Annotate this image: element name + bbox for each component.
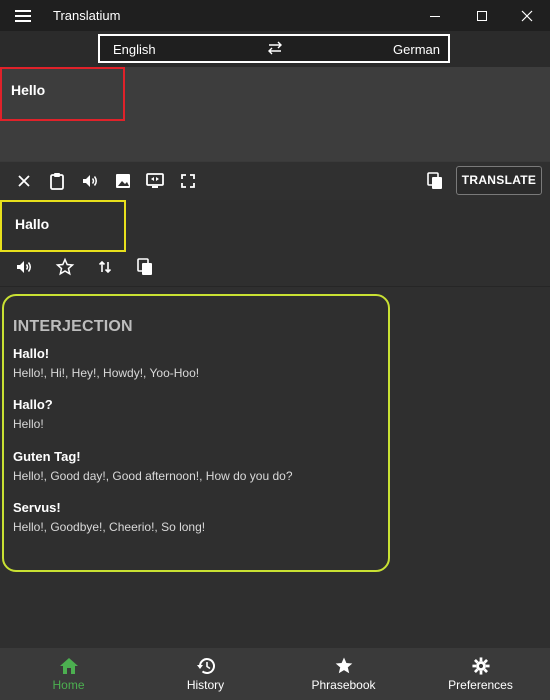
home-icon xyxy=(59,658,78,674)
input-toolbar: TRANSLATE xyxy=(0,161,550,201)
dictionary-card: INTERJECTION Hallo! Hello!, Hi!, Hey!, H… xyxy=(2,294,390,572)
part-of-speech-heading: INTERJECTION xyxy=(13,318,133,335)
input-highlight-box xyxy=(0,67,125,121)
divider xyxy=(0,286,550,287)
title-bar: Translatium xyxy=(0,0,550,31)
output-area: Hallo xyxy=(0,200,550,288)
clipboard-icon[interactable] xyxy=(47,171,67,191)
swap-languages-icon[interactable] xyxy=(266,41,284,57)
dictionary-entry-synonyms: Hello! xyxy=(13,417,44,431)
nav-item-home[interactable]: Home xyxy=(0,648,137,700)
translate-button[interactable]: TRANSLATE xyxy=(456,166,542,195)
nav-label-phrasebook: Phrasebook xyxy=(311,678,376,692)
output-highlight-box xyxy=(0,200,126,252)
nav-label-history: History xyxy=(186,678,225,692)
nav-item-preferences[interactable]: Preferences xyxy=(412,648,549,700)
bottom-navigation: Home History Phrasebook Preferences xyxy=(0,648,550,700)
dictionary-entry-word: Hallo? xyxy=(13,397,53,412)
star-icon xyxy=(335,657,352,674)
dictionary-entry-synonyms: Hello!, Goodbye!, Cheerio!, So long! xyxy=(13,520,206,534)
target-language-button[interactable]: German xyxy=(393,42,440,57)
dictionary-entry-word: Hallo! xyxy=(13,346,50,361)
fullscreen-icon[interactable] xyxy=(178,171,198,191)
image-icon[interactable] xyxy=(113,171,133,191)
nav-label-home: Home xyxy=(52,678,85,692)
language-bar: English German xyxy=(0,31,550,67)
output-speaker-icon[interactable] xyxy=(14,257,34,277)
close-window-button[interactable] xyxy=(504,0,550,31)
screen-capture-icon[interactable] xyxy=(145,171,165,191)
maximize-icon xyxy=(477,11,487,21)
language-selector: English German xyxy=(98,34,450,63)
copy-icon[interactable] xyxy=(425,171,445,191)
dictionary-entry-word: Servus! xyxy=(13,500,61,515)
history-icon xyxy=(196,658,215,675)
nav-label-preferences: Preferences xyxy=(448,678,513,692)
hamburger-menu-icon[interactable] xyxy=(10,6,36,26)
maximize-button[interactable] xyxy=(459,0,505,31)
dictionary-entry-word: Guten Tag! xyxy=(13,449,81,464)
window-title: Translatium xyxy=(53,8,121,23)
clear-icon[interactable] xyxy=(14,171,34,191)
minimize-button[interactable] xyxy=(412,0,458,31)
dictionary-entry-synonyms: Hello!, Good day!, Good afternoon!, How … xyxy=(13,469,293,483)
swap-vertical-icon[interactable] xyxy=(95,257,115,277)
gear-icon xyxy=(471,657,490,675)
dictionary-entry-synonyms: Hello!, Hi!, Hey!, Howdy!, Yoo-Hoo! xyxy=(13,366,200,380)
source-language-button[interactable]: English xyxy=(113,42,156,57)
nav-item-phrasebook[interactable]: Phrasebook xyxy=(275,648,412,700)
speaker-icon[interactable] xyxy=(80,171,100,191)
nav-item-history[interactable]: History xyxy=(137,648,274,700)
minimize-icon xyxy=(430,16,440,17)
close-icon xyxy=(521,10,533,22)
output-copy-icon[interactable] xyxy=(135,257,155,277)
star-icon[interactable] xyxy=(55,257,75,277)
input-textarea[interactable]: Hello xyxy=(0,67,550,161)
